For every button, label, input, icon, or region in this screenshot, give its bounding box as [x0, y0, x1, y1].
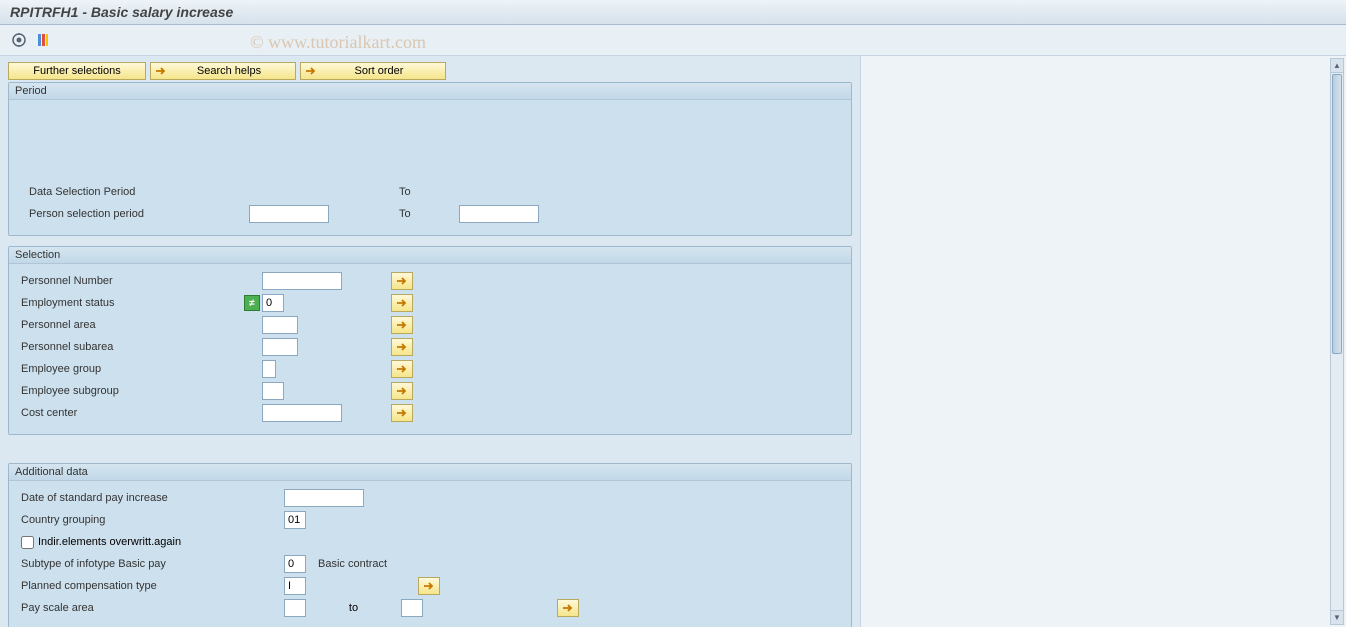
- to-label-2: To: [399, 208, 459, 220]
- multiple-selection-button[interactable]: [391, 272, 413, 290]
- date-pay-increase-input[interactable]: [284, 489, 364, 507]
- main-panel: Further selections Search helps Sort ord…: [0, 56, 860, 627]
- multiple-selection-button[interactable]: [391, 360, 413, 378]
- arrow-right-icon: [305, 66, 317, 76]
- button-row: Further selections Search helps Sort ord…: [8, 62, 852, 80]
- title-bar: RPITRFH1 - Basic salary increase: [0, 0, 1346, 25]
- selection-input[interactable]: [262, 294, 284, 312]
- selection-label: Personnel subarea: [19, 341, 244, 353]
- sort-order-label: Sort order: [321, 65, 437, 77]
- arrow-right-icon: [396, 386, 408, 396]
- arrow-right-icon: [562, 603, 574, 613]
- person-selection-label: Person selection period: [19, 208, 249, 220]
- indir-elements-checkbox[interactable]: [21, 536, 34, 549]
- selection-input[interactable]: [262, 272, 342, 290]
- selection-label: Personnel Number: [19, 275, 244, 287]
- search-helps-button[interactable]: Search helps: [150, 62, 296, 80]
- group-additional: Additional data Date of standard pay inc…: [8, 463, 852, 627]
- selection-input[interactable]: [262, 360, 276, 378]
- scroll-thumb[interactable]: [1332, 74, 1342, 354]
- selection-row: Cost center: [19, 402, 841, 424]
- multiple-selection-button[interactable]: [391, 338, 413, 356]
- further-selections-button[interactable]: Further selections: [8, 62, 146, 80]
- group-period: Period Data Selection Period To Person s…: [8, 82, 852, 236]
- planned-comp-multi-button[interactable]: [418, 577, 440, 595]
- selection-label: Cost center: [19, 407, 244, 419]
- group-selection-header: Selection: [9, 247, 851, 264]
- arrow-right-icon: [396, 408, 408, 418]
- selection-input[interactable]: [262, 382, 284, 400]
- to-label-1: To: [399, 186, 459, 198]
- arrow-right-icon: [423, 581, 435, 591]
- pay-scale-from-input[interactable]: [284, 599, 306, 617]
- arrow-right-icon: [396, 364, 408, 374]
- subtype-label: Subtype of infotype Basic pay: [19, 558, 244, 570]
- multiple-selection-button[interactable]: [391, 382, 413, 400]
- toolbar: [0, 25, 1346, 56]
- selection-row: Personnel area: [19, 314, 841, 336]
- selection-input[interactable]: [262, 316, 298, 334]
- selection-row: Personnel subarea: [19, 336, 841, 358]
- multiple-selection-button[interactable]: [391, 316, 413, 334]
- scrollbar[interactable]: ▲ ▼: [1330, 58, 1344, 625]
- variant-icon[interactable]: [34, 31, 52, 49]
- arrow-right-icon: [396, 298, 408, 308]
- data-selection-label: Data Selection Period: [19, 186, 249, 198]
- selection-input[interactable]: [262, 404, 342, 422]
- multiple-selection-button[interactable]: [391, 294, 413, 312]
- selection-label: Employment status: [19, 297, 244, 309]
- not-equal-icon[interactable]: ≠: [244, 295, 260, 311]
- selection-row: Employment status≠: [19, 292, 841, 314]
- arrow-right-icon: [396, 342, 408, 352]
- content-area: Further selections Search helps Sort ord…: [0, 56, 1346, 627]
- selection-row: Employee group: [19, 358, 841, 380]
- subtype-input[interactable]: [284, 555, 306, 573]
- group-additional-header: Additional data: [9, 464, 851, 481]
- pay-scale-multi-button[interactable]: [557, 599, 579, 617]
- arrow-right-icon: [155, 66, 167, 76]
- page-title: RPITRFH1 - Basic salary increase: [10, 4, 233, 20]
- further-selections-label: Further selections: [33, 65, 120, 77]
- country-grouping-label: Country grouping: [19, 514, 244, 526]
- arrow-right-icon: [396, 276, 408, 286]
- selection-label: Employee group: [19, 363, 244, 375]
- selection-row: Employee subgroup: [19, 380, 841, 402]
- selection-input[interactable]: [262, 338, 298, 356]
- right-panel: ▲ ▼: [860, 56, 1346, 627]
- group-selection: Selection Personnel Number Employment sta…: [8, 246, 852, 435]
- group-period-header: Period: [9, 83, 851, 100]
- selection-label: Personnel area: [19, 319, 244, 331]
- arrow-right-icon: [396, 320, 408, 330]
- pay-scale-to-input[interactable]: [401, 599, 423, 617]
- date-pay-increase-label: Date of standard pay increase: [19, 492, 244, 504]
- search-helps-label: Search helps: [171, 65, 287, 77]
- country-grouping-input[interactable]: [284, 511, 306, 529]
- person-selection-to-input[interactable]: [459, 205, 539, 223]
- planned-comp-input[interactable]: [284, 577, 306, 595]
- execute-icon[interactable]: [10, 31, 28, 49]
- to-label-3: to: [306, 602, 401, 614]
- pay-scale-label: Pay scale area: [19, 602, 244, 614]
- sort-order-button[interactable]: Sort order: [300, 62, 446, 80]
- planned-comp-label: Planned compensation type: [19, 580, 244, 592]
- indir-elements-label: Indir.elements overwritt.again: [38, 536, 181, 548]
- scroll-up-button[interactable]: ▲: [1331, 59, 1343, 73]
- selection-label: Employee subgroup: [19, 385, 244, 397]
- person-selection-from-input[interactable]: [249, 205, 329, 223]
- scroll-down-button[interactable]: ▼: [1331, 610, 1343, 624]
- multiple-selection-button[interactable]: [391, 404, 413, 422]
- subtype-desc: Basic contract: [318, 558, 387, 570]
- selection-row: Personnel Number: [19, 270, 841, 292]
